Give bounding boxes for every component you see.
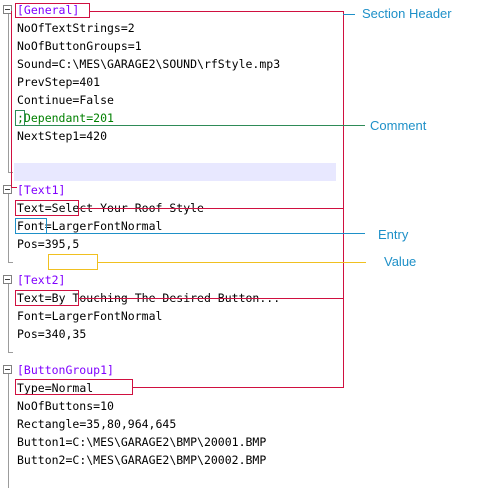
- fold-gutter-line: [8, 374, 9, 488]
- comment-box: [15, 110, 25, 126]
- text2-box: [15, 290, 79, 306]
- entry-value: 35,80,964,645: [86, 417, 177, 431]
- section-header-line[interactable]: [Text1]: [17, 181, 65, 199]
- section-name: [Text1]: [17, 183, 66, 197]
- equals-sign: =: [127, 39, 135, 53]
- entry-value: LargerFontNormal: [51, 219, 163, 233]
- value-pointer: [98, 262, 366, 263]
- entry-line[interactable]: Sound=C:\MES\GARAGE2\SOUND\rfStyle.mp3: [17, 55, 280, 73]
- entry-pointer: [47, 233, 365, 234]
- buttongroup1-box: [15, 379, 133, 395]
- equals-sign: =: [37, 237, 45, 251]
- fold-gutter-line: [8, 14, 9, 172]
- entry-key: Rectangle: [17, 417, 80, 431]
- entry-key: NextStep1: [17, 129, 80, 143]
- entry-key: Sound: [17, 57, 52, 71]
- fold-gutter-line: [8, 284, 9, 352]
- comment-text: ;Dependant=201: [17, 111, 114, 125]
- fold-collapse-icon[interactable]: [3, 365, 12, 374]
- entry-key: NoOfButtons: [17, 399, 94, 413]
- entry-label: Entry: [378, 227, 409, 242]
- entry-line[interactable]: Continue=False: [17, 91, 114, 109]
- general-section-bracket: [11, 11, 12, 187]
- entry-line[interactable]: Rectangle=35,80,964,645: [17, 415, 176, 433]
- fold-end-marker: [8, 262, 13, 263]
- section-header-label: Section Header: [362, 6, 452, 21]
- general-section-bracket-foot: [11, 187, 17, 188]
- value-box: [48, 254, 98, 270]
- entry-value: 340,35: [44, 327, 87, 341]
- entry-key: PrevStep: [17, 75, 73, 89]
- comment-pointer: [25, 125, 365, 126]
- entry-key: Font: [17, 309, 45, 323]
- entry-key: Button1: [17, 435, 66, 449]
- section-name: [ButtonGroup1]: [17, 363, 114, 377]
- buttongroup1-pointer: [133, 387, 343, 388]
- entry-line[interactable]: NoOfTextStrings=2: [17, 19, 135, 37]
- entry-key: Pos: [17, 237, 38, 251]
- section-header-box: [15, 3, 90, 18]
- entry-value: C:\MES\GARAGE2\SOUND\rfStyle.mp3: [58, 57, 281, 71]
- entry-line[interactable]: NoOfButtons=10: [17, 397, 114, 415]
- entry-value: 420: [86, 129, 108, 143]
- section-header-line[interactable]: [ButtonGroup1]: [17, 361, 114, 379]
- entry-value: C:\MES\GARAGE2\BMP\20002.BMP: [72, 453, 267, 467]
- entry-value: 10: [100, 399, 114, 413]
- equals-sign: =: [51, 57, 59, 71]
- entry-line[interactable]: NoOfButtonGroups=1: [17, 37, 142, 55]
- entry-line[interactable]: NextStep1=420: [17, 127, 107, 145]
- entry-line[interactable]: Button2=C:\MES\GARAGE2\BMP\20002.BMP: [17, 451, 266, 469]
- section-header-connector: [343, 14, 355, 15]
- entry-line[interactable]: Button1=C:\MES\GARAGE2\BMP\20001.BMP: [17, 433, 266, 451]
- text1-pointer: [79, 208, 343, 209]
- fold-collapse-icon[interactable]: [3, 275, 12, 284]
- comment-label: Comment: [370, 118, 427, 133]
- entry-line[interactable]: PrevStep=401: [17, 73, 100, 91]
- entry-key: NoOfButtonGroups: [17, 39, 128, 53]
- entry-key: Pos: [17, 327, 38, 341]
- equals-sign: =: [37, 327, 45, 341]
- equals-sign: =: [44, 309, 52, 323]
- entry-value: 395,5: [44, 237, 80, 251]
- entry-value: LargerFontNormal: [51, 309, 163, 323]
- entry-line[interactable]: Pos=340,35: [17, 325, 86, 343]
- entry-key: Button2: [17, 453, 66, 467]
- blank-line-highlight: [14, 163, 336, 181]
- entry-value: 401: [79, 75, 101, 89]
- section-header-bracket: [343, 11, 344, 388]
- entry-box: [15, 218, 47, 234]
- entry-key: NoOfTextStrings: [17, 21, 121, 35]
- section-name: [Text2]: [17, 273, 66, 287]
- entry-key: Continue: [17, 93, 73, 107]
- fold-end-marker: [8, 352, 13, 353]
- entry-value: 2: [127, 21, 135, 35]
- entry-line[interactable]: Pos=395,5: [17, 235, 79, 253]
- equals-sign: =: [120, 21, 128, 35]
- entry-value: False: [79, 93, 114, 107]
- entry-value: 1: [134, 39, 142, 53]
- entry-line[interactable]: Font=LargerFontNormal: [17, 307, 162, 325]
- section-header-pointer: [90, 11, 343, 12]
- fold-gutter-line: [8, 194, 9, 262]
- text1-box: [15, 200, 79, 216]
- text2-pointer: [79, 298, 343, 299]
- section-header-line[interactable]: [Text2]: [17, 271, 65, 289]
- entry-value: C:\MES\GARAGE2\BMP\20001.BMP: [72, 435, 267, 449]
- value-label: Value: [384, 254, 417, 269]
